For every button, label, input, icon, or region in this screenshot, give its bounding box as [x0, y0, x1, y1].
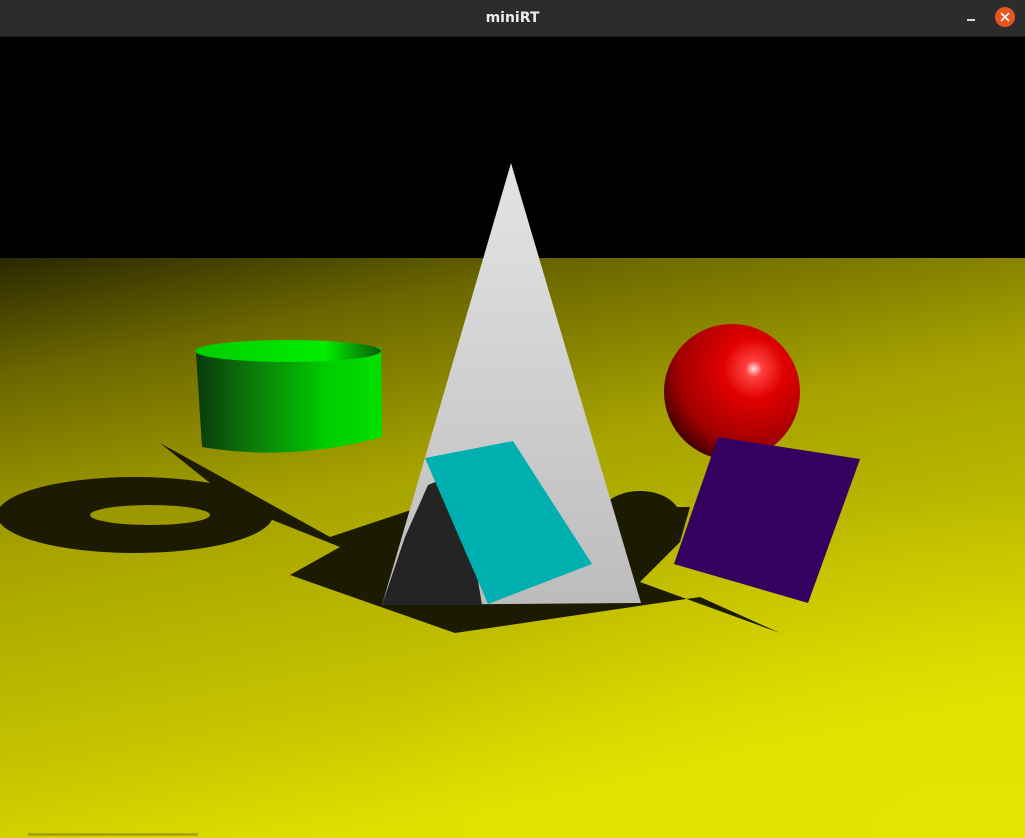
title-bar[interactable]: miniRT — [0, 0, 1025, 37]
close-icon — [1000, 12, 1010, 22]
minimize-button[interactable] — [960, 7, 982, 29]
window-title: miniRT — [485, 10, 540, 26]
render-viewport — [0, 37, 1025, 838]
close-button[interactable] — [995, 7, 1015, 27]
app-window: miniRT — [0, 0, 1025, 838]
rendered-scene — [0, 37, 1025, 838]
green-cylinder — [195, 340, 382, 453]
